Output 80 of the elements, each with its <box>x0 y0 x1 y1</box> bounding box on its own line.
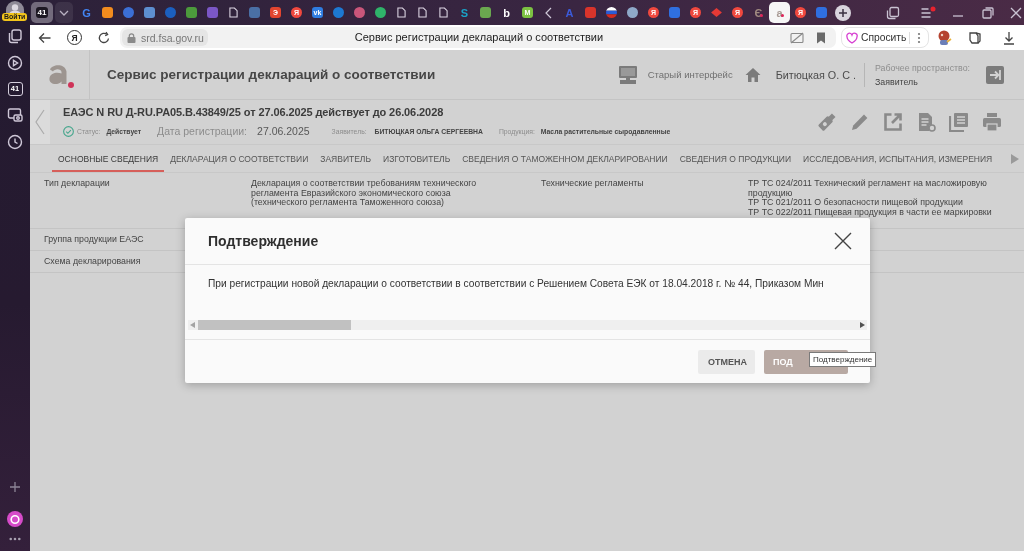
tab-list-button[interactable] <box>55 2 73 23</box>
section-tab[interactable]: СВЕДЕНИЯ О ПРОДУКЦИИ <box>673 145 798 172</box>
logout-icon[interactable] <box>986 65 1004 84</box>
stacked-squares-icon[interactable] <box>7 28 23 44</box>
browser-tab[interactable]: b <box>496 2 517 23</box>
registration-date-label: Дата регистрации: <box>157 125 248 138</box>
address-field[interactable]: srd.fsa.gov.ru Сервис регистрации деклараций о соответствии <box>120 27 836 48</box>
diamond-icon <box>711 8 722 17</box>
more-icon[interactable] <box>917 31 922 44</box>
close-button[interactable] <box>834 232 852 250</box>
close-icon[interactable] <box>1010 6 1022 19</box>
check-circle-icon <box>63 126 74 137</box>
field-label: Группа продукции ЕАЭС <box>44 234 144 245</box>
page-icon <box>229 7 238 18</box>
clock-icon[interactable] <box>7 134 23 150</box>
section-tab[interactable]: ИЗГОТОВИТЕЛЬ <box>377 145 457 172</box>
picture-off-icon[interactable] <box>790 31 804 44</box>
pages-icon[interactable] <box>968 30 982 45</box>
ring-icon[interactable] <box>7 511 23 527</box>
site-info-chip[interactable]: srd.fsa.gov.ru <box>122 29 208 46</box>
chevron-left-icon <box>545 6 552 19</box>
close-icon <box>834 232 852 250</box>
regulation-item: ТР ТС 021/2011 О безопасности пищевой продукции <box>748 198 963 208</box>
workspace-value[interactable]: Заявитель <box>875 76 918 87</box>
old-interface-link[interactable]: Старый интерфейс <box>647 69 733 80</box>
plus-icon[interactable] <box>835 4 851 21</box>
registration-date: 27.06.2025 <box>257 125 310 138</box>
section-tab[interactable]: ДЕКЛАРАЦИЯ О СООТВЕТСТВИИ <box>164 145 315 172</box>
scroll-right-arrow-icon[interactable] <box>860 322 865 328</box>
logo-button[interactable]: Я <box>67 30 82 45</box>
monitor-icon[interactable] <box>617 64 638 85</box>
home-icon[interactable] <box>744 66 761 83</box>
figurine-icon[interactable] <box>936 29 952 46</box>
field-label: Схема декларирования <box>44 256 141 267</box>
play-icon[interactable] <box>7 55 23 71</box>
field-label: Тип декларации <box>44 179 110 189</box>
bookmark-icon[interactable] <box>816 31 826 44</box>
section-tab[interactable]: ОСНОВНЫЕ СВЕДЕНИЯ <box>52 145 165 172</box>
download-icon[interactable] <box>1003 30 1015 45</box>
section-tab[interactable]: СВЕДЕНИЯ О ТАМОЖЕННОМ ДЕКЛАРИРОВАНИИ <box>456 145 674 172</box>
horizontal-scrollbar[interactable] <box>188 320 867 330</box>
workspace-label: Рабочее пространство: <box>875 62 970 73</box>
declaration-title: ЕАЭС N RU Д-RU.PA05.B.43849/25 от 27.06.2025 действует до 26.06.2028 <box>63 106 444 119</box>
dialog-message: При регистрации новой декларации о соответствии в соответствии с Решением Совета ЕЭК от 18.04.2018 г. № 44, Приказом Мин <box>208 277 824 291</box>
menu-icon[interactable] <box>920 5 936 20</box>
browser-tab[interactable]: Є <box>748 2 769 23</box>
page-icon <box>439 7 448 18</box>
browser-tab[interactable]: S <box>454 2 475 23</box>
browser-tab[interactable]: G <box>76 2 97 23</box>
field-label: Технические регламенты <box>541 179 644 189</box>
page-icon <box>397 7 406 18</box>
flag-icon <box>606 7 617 18</box>
page-icon <box>418 7 427 18</box>
restore-icon[interactable] <box>982 6 994 19</box>
screen-capture-icon[interactable] <box>7 107 23 123</box>
heart-icon <box>846 31 858 44</box>
plus-icon[interactable] <box>9 481 21 493</box>
user-name[interactable]: Битюцкая О. С . <box>775 68 856 81</box>
regulation-item: ТР ТС 024/2011 Технический регламент на масложировую продукцию <box>748 179 988 198</box>
service-title: Сервис регистрации деклараций о соответствии <box>107 67 436 82</box>
stacked-squares-icon[interactable] <box>886 5 900 20</box>
more-icon[interactable] <box>9 537 21 541</box>
hover-tooltip: Подтверждение <box>809 352 877 367</box>
reload-icon[interactable] <box>97 30 111 45</box>
chevron-down-icon <box>59 9 69 16</box>
tab-count-button[interactable]: 41 <box>31 2 53 23</box>
chevron-left-icon <box>35 109 45 135</box>
dialog-title: Подтверждение <box>208 233 319 249</box>
avatar-icon[interactable] <box>6 1 24 13</box>
lock-icon <box>127 32 136 43</box>
section-tab[interactable]: ИССЛЕДОВАНИЯ, ИСПЫТАНИЯ, ИЗМЕРЕНИЯ <box>797 145 999 172</box>
page-title: Сервис регистрации деклараций о соответствии <box>353 31 605 44</box>
back-icon[interactable] <box>38 30 52 45</box>
field-value: Декларация о соответствии требованиям технического регламента Евразийского экономического союза (технического регламента Таможенного союза) <box>251 179 478 208</box>
ask-button[interactable]: Спросить <box>842 29 910 46</box>
scrollbar-thumb[interactable] <box>198 320 351 330</box>
url-text: srd.fsa.gov.ru <box>141 31 204 44</box>
section-tab[interactable]: ЗАЯВИТЕЛЬ <box>314 145 377 172</box>
regulation-item: ТР ТС 022/2011 Пищевая продукция в части ее маркировки <box>748 207 992 217</box>
cancel-button[interactable]: ОТМЕНА <box>698 349 755 374</box>
